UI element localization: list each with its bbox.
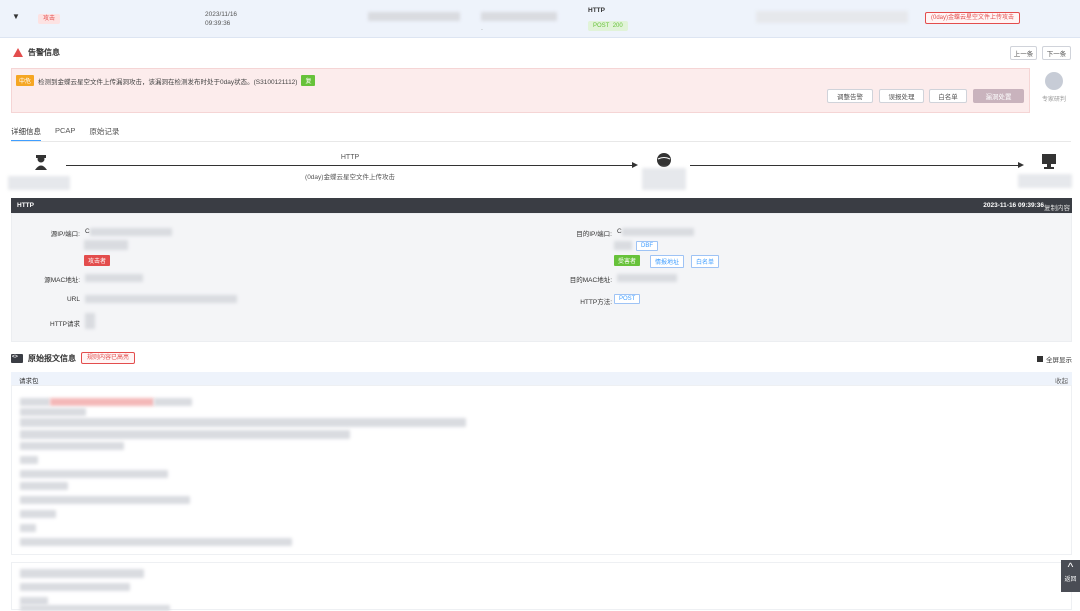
tabs-divider <box>11 141 1071 142</box>
redacted-dst-extra <box>614 241 632 250</box>
http-header-bar: HTTP 2023-11-16 09:39:36 复制内容 <box>11 198 1072 213</box>
redacted-line <box>20 442 124 450</box>
redacted-line <box>20 597 48 605</box>
arrow-head-1 <box>632 162 638 168</box>
fullscreen-icon <box>1037 356 1043 362</box>
redacted-line <box>20 583 130 591</box>
arrow-head-2 <box>1018 162 1024 168</box>
vuln-handle-button[interactable]: 漏洞处置 <box>973 89 1024 103</box>
event-protocol: HTTP <box>588 7 605 14</box>
intel-address-tag[interactable]: 情报地址 <box>650 255 685 268</box>
redacted-src <box>368 12 460 21</box>
redacted-line <box>20 482 68 490</box>
dst-mac-label: 目的MAC地址: <box>569 277 612 284</box>
redacted-dst-mac <box>617 274 677 282</box>
redacted-line <box>20 456 38 464</box>
redacted-src-mac <box>85 274 143 282</box>
copy-button[interactable]: 复 <box>301 75 316 86</box>
redacted-line <box>20 470 168 478</box>
redacted-src-ip <box>90 228 172 236</box>
flow-attack-name: (0day)金蝶云星空文件上传攻击 <box>305 174 395 181</box>
dot: . <box>481 25 483 32</box>
expert-judge[interactable]: 专家研判 <box>1037 72 1071 103</box>
request-body <box>11 385 1072 555</box>
response-body <box>11 562 1072 611</box>
redacted-line <box>20 510 56 518</box>
event-time: 2023/11/16 09:39:36 <box>205 11 238 27</box>
server-monitor-icon <box>1042 154 1056 169</box>
expert-avatar-icon <box>1045 72 1063 90</box>
redacted-info <box>756 11 908 23</box>
attacker-tag: 攻击者 <box>84 255 111 266</box>
redacted-dst <box>481 12 557 21</box>
warning-icon <box>13 48 23 57</box>
dst-ip-prefix: C <box>617 228 622 235</box>
next-button[interactable]: 下一条 <box>1042 46 1071 60</box>
src-ip-prefix: C <box>85 228 90 235</box>
http-method-label: HTTP方法: <box>580 299 612 306</box>
whitelist-button[interactable]: 白名单 <box>929 89 967 103</box>
redacted-line <box>20 398 50 406</box>
request-header: 请求包 收起 <box>11 372 1072 385</box>
redacted-line <box>20 430 350 439</box>
attack-type-tag: 攻击 <box>38 14 61 24</box>
redacted-line <box>20 418 466 427</box>
code-icon <box>11 353 23 363</box>
event-method-status: POST 200 <box>588 21 628 31</box>
redacted-src-extra <box>84 240 128 250</box>
src-mac-label: 源MAC地址: <box>44 277 80 284</box>
highlighted-line <box>50 398 154 406</box>
caret-down-icon[interactable]: ▼ <box>12 12 20 21</box>
redacted-attacker-ip <box>8 176 70 190</box>
redacted-dst-ip <box>622 228 694 236</box>
flow-line-1 <box>66 165 634 166</box>
whitelist-tag[interactable]: 白名单 <box>691 255 720 268</box>
redacted-target-ip <box>1018 174 1072 188</box>
tab-pcap[interactable]: PCAP <box>55 126 75 142</box>
copy-content-button[interactable]: 复制内容 <box>1044 202 1070 212</box>
redacted-http-ref <box>85 313 95 329</box>
highlight-tag: 规则内容已高亮 <box>81 352 136 364</box>
adjust-alert-button[interactable]: 调整告警 <box>827 89 873 103</box>
attack-name-tag: (0day)金蝶云星空文件上传攻击 <box>925 12 1021 24</box>
flow-line-2 <box>690 165 1020 166</box>
fullscreen-button[interactable]: 全屏显示 <box>1037 354 1072 364</box>
dst-sub-tag: DBF <box>636 241 658 251</box>
request-label: 请求包 <box>19 378 39 385</box>
redacted-middle <box>642 168 686 190</box>
alert-title: 告警信息 <box>13 47 60 58</box>
redacted-line <box>20 569 144 578</box>
http-request-label: HTTP请求 <box>50 321 80 328</box>
redacted-line <box>20 524 36 532</box>
tab-raw-record[interactable]: 原始记录 <box>89 126 119 142</box>
attacker-icon <box>35 155 47 170</box>
globe-node-icon <box>657 153 671 167</box>
prev-button[interactable]: 上一条 <box>1010 46 1037 60</box>
level-tag: 中危 <box>16 75 35 86</box>
dst-ip-label: 目的IP/端口: <box>576 231 612 238</box>
redacted-line <box>20 496 190 504</box>
alert-message: 检测到金蝶云星空文件上传漏洞攻击，该漏洞在检测发布时处于0day状态。(S310… <box>38 78 298 86</box>
http-timestamp: 2023-11-16 09:39:36 <box>983 202 1044 209</box>
collapse-button[interactable]: 收起 <box>1055 375 1068 385</box>
event-row[interactable]: ▼ 攻击 2023/11/16 09:39:36 . HTTP POST 200… <box>0 0 1080 38</box>
victim-tag: 受害者 <box>614 255 641 266</box>
redacted-line <box>20 538 292 546</box>
redacted-line <box>20 605 170 611</box>
false-positive-button[interactable]: 误报处理 <box>879 89 924 103</box>
alert-box: 中危 检测到金蝶云星空文件上传漏洞攻击，该漏洞在检测发布时处于0day状态。(S… <box>11 68 1030 113</box>
raw-section-title: 原始报文信息 规则内容已高亮 <box>11 352 136 364</box>
redacted-line <box>154 398 192 406</box>
back-to-top-button[interactable]: ^ 返回 <box>1061 560 1080 592</box>
http-method-value: POST <box>614 294 641 304</box>
src-ip-label: 源IP/端口: <box>50 231 80 238</box>
flow-protocol: HTTP <box>340 154 360 161</box>
tab-detail[interactable]: 详细信息 <box>11 126 41 142</box>
chevron-up-icon: ^ <box>1067 560 1074 574</box>
url-label: URL <box>66 296 80 303</box>
detail-tabs: 详细信息 PCAP 原始记录 <box>11 126 119 142</box>
redacted-line <box>20 408 86 416</box>
redacted-url <box>85 295 237 303</box>
